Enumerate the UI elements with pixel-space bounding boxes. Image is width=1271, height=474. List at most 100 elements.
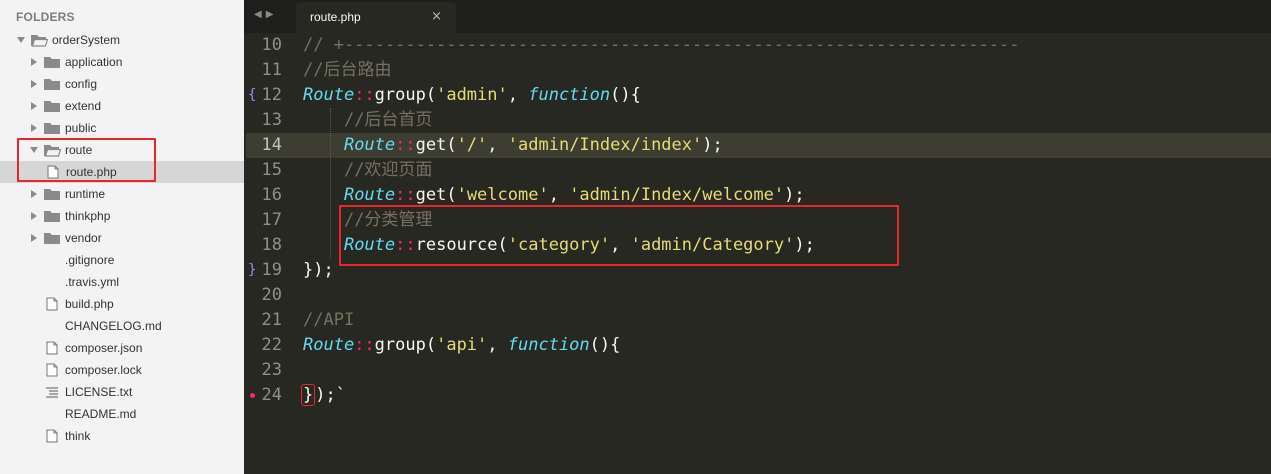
tree-folder[interactable]: vendor (0, 227, 244, 249)
expand-arrow-icon[interactable] (29, 189, 39, 199)
code-token: //分类管理 (343, 210, 433, 230)
expand-arrow-icon[interactable] (29, 233, 39, 243)
code-token: , (507, 85, 529, 105)
editor[interactable]: ◀ ▶ route.php × 10 11{12 13 14 15 16 17 18} 19 20… (244, 0, 1271, 474)
file-tree: orderSystem application config extend public… (0, 29, 244, 447)
folder-open-icon (30, 33, 48, 47)
tree-file[interactable]: think (0, 425, 244, 447)
tree-folder[interactable]: public (0, 117, 244, 139)
tree-folder[interactable]: application (0, 51, 244, 73)
code-token: }); (303, 260, 334, 280)
code-token: :: (395, 185, 416, 205)
tab-nav-right-icon[interactable]: ▶ (266, 9, 274, 21)
code-line[interactable] (303, 358, 1271, 383)
code-token: group( (374, 335, 437, 355)
tree-item-label: composer.json (65, 341, 143, 355)
code-line[interactable]: //欢迎页面 (303, 158, 1271, 183)
code-line[interactable]: });` (301, 383, 1271, 408)
code-line[interactable]: Route::get('/', 'admin/Index/index'); (303, 133, 1271, 158)
code-token: 'category' (507, 235, 611, 255)
tree-folder[interactable]: route (0, 139, 244, 161)
folder-icon (43, 121, 61, 135)
file-icon (44, 165, 62, 179)
code-line[interactable]: //后台路由 (303, 58, 1271, 83)
tree-file[interactable]: build.php (0, 293, 244, 315)
fold-marker-icon[interactable]: { (248, 83, 256, 108)
sidebar-header: FOLDERS (16, 10, 75, 24)
code-line[interactable] (303, 283, 1271, 308)
tree-file[interactable]: route.php (0, 161, 244, 183)
collapse-arrow-icon[interactable] (29, 145, 39, 155)
code-line[interactable]: Route::get('welcome', 'admin/Index/welco… (303, 183, 1271, 208)
tree-file[interactable]: README.md (0, 403, 244, 425)
code-token: group( (374, 85, 437, 105)
tree-folder[interactable]: thinkphp (0, 205, 244, 227)
line-number: 10 (244, 33, 298, 58)
code-token: 'admin/Index/index' (507, 135, 703, 155)
tree-item-label: extend (65, 99, 102, 113)
close-icon[interactable]: × (431, 9, 442, 24)
tree-file[interactable]: composer.lock (0, 359, 244, 381)
tree-item-label: orderSystem (52, 33, 121, 47)
code-token: function (528, 85, 611, 105)
code-line[interactable]: }); (303, 258, 1271, 283)
code-line[interactable]: Route::group('api', function(){ (303, 333, 1271, 358)
tree-item-label: runtime (65, 187, 106, 201)
expand-arrow-icon[interactable] (29, 79, 39, 89)
tab-route-php[interactable]: route.php × (296, 2, 456, 33)
tree-item-label: CHANGELOG.md (65, 319, 162, 333)
line-number: 18 (244, 233, 298, 258)
tree-folder[interactable]: runtime (0, 183, 244, 205)
line-number-text: 15 (261, 160, 282, 180)
line-number: 16 (244, 183, 298, 208)
tab-nav-left-icon[interactable]: ◀ (254, 9, 262, 21)
line-number-text: 17 (261, 210, 282, 230)
tree-file[interactable]: composer.json (0, 337, 244, 359)
code-token: , (487, 335, 508, 355)
code-token: , (487, 135, 508, 155)
fold-marker-icon[interactable]: } (248, 258, 256, 283)
line-number: 11 (244, 58, 298, 83)
collapse-arrow-icon[interactable] (16, 35, 26, 45)
code-token: Route (343, 185, 396, 205)
code-token: Route (343, 235, 396, 255)
line-number: 24 (244, 383, 298, 408)
folder-icon (43, 231, 61, 245)
tree-folder[interactable]: orderSystem (0, 29, 244, 51)
tree-file[interactable]: .gitignore (0, 249, 244, 271)
expand-arrow-icon[interactable] (29, 101, 39, 111)
tab-bar: ◀ ▶ route.php × (244, 0, 1271, 33)
code-token: //后台路由 (303, 60, 392, 80)
code-token: ); (794, 235, 815, 255)
expand-arrow-icon[interactable] (29, 57, 39, 67)
tree-folder[interactable]: extend (0, 95, 244, 117)
code-line[interactable]: // +------------------------------------… (303, 33, 1271, 58)
tree-file[interactable]: LICENSE.txt (0, 381, 244, 403)
code-line[interactable]: //后台首页 (303, 108, 1271, 133)
tree-folder[interactable]: config (0, 73, 244, 95)
code-line[interactable]: Route::group('admin', function(){ (303, 83, 1271, 108)
text-file-icon (43, 385, 61, 399)
code-area[interactable]: // +------------------------------------… (301, 33, 1271, 408)
code-line[interactable]: //分类管理 (303, 208, 1271, 233)
code-token: :: (395, 135, 416, 155)
code-line[interactable]: Route::resource('category', 'admin/Categ… (303, 233, 1271, 258)
line-number: 23 (244, 358, 298, 383)
code-token: , (610, 235, 631, 255)
code-token: :: (354, 85, 375, 105)
tree-file[interactable]: CHANGELOG.md (0, 315, 244, 337)
line-number-text: 10 (261, 35, 282, 55)
code-token: function (507, 335, 590, 355)
code-line[interactable]: //API (303, 308, 1271, 333)
code-token: // +------------------------------------… (303, 35, 1020, 55)
expand-arrow-icon[interactable] (29, 123, 39, 133)
tree-file[interactable]: .travis.yml (0, 271, 244, 293)
expand-arrow-icon[interactable] (29, 211, 39, 221)
code-token: //API (303, 310, 355, 330)
code-token: ); (784, 185, 805, 205)
tree-item-label: LICENSE.txt (65, 385, 133, 399)
